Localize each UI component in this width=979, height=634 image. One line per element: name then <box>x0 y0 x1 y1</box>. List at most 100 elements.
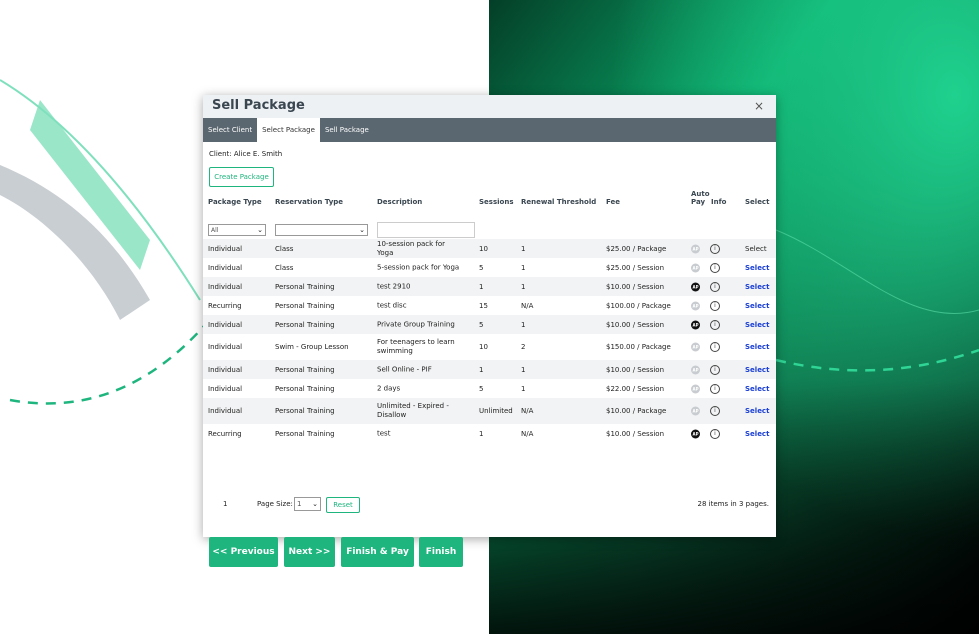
info-icon[interactable]: i <box>710 300 720 311</box>
select-link[interactable]: Select <box>745 430 769 438</box>
package-type-cell: Individual <box>208 384 243 393</box>
page-size-select[interactable]: 1 ⌄ <box>294 497 321 511</box>
fee-cell: $10.00 / Session <box>606 282 665 291</box>
info-icon[interactable]: i <box>710 319 720 330</box>
column-header-auto-pay[interactable]: Auto Pay <box>691 190 710 206</box>
auto-pay-icon: AP <box>691 263 700 272</box>
table-row: Recurring Personal Training test 1 N/A $10.00… <box>203 424 776 443</box>
tab-select-client[interactable]: Select Client <box>203 118 257 142</box>
select-link[interactable]: Select <box>745 302 769 310</box>
reservation-type-cell: Personal Training <box>275 384 335 393</box>
column-header-info: Info <box>711 198 727 206</box>
sessions-cell: 1 <box>479 282 484 291</box>
page-number[interactable]: 1 <box>223 500 227 508</box>
sessions-cell: 1 <box>479 365 484 374</box>
auto-pay-icon: AP <box>691 244 700 253</box>
auto-pay-icon: AP <box>691 342 700 352</box>
renewal-threshold-cell: N/A <box>521 407 534 415</box>
sessions-cell: 5 <box>479 384 484 393</box>
reservation-type-cell: Personal Training <box>275 301 335 310</box>
select-link[interactable]: Select <box>745 407 769 415</box>
reservation-type-cell: Class <box>275 244 294 253</box>
chevron-down-icon: ⌄ <box>312 500 318 508</box>
reservation-type-cell: Personal Training <box>275 365 335 374</box>
finish-and-pay-button[interactable]: Finish & Pay <box>341 537 414 567</box>
description-cell: test disc <box>377 301 407 309</box>
column-header-reservation-type[interactable]: Reservation Type <box>275 198 343 206</box>
description-cell: 5-session pack for Yoga <box>377 263 460 271</box>
reservation-type-cell: Personal Training <box>275 429 335 438</box>
create-package-button[interactable]: Create Package <box>209 167 274 187</box>
auto-pay-icon: AP <box>691 406 700 416</box>
select-link[interactable]: Select <box>745 366 769 374</box>
close-icon[interactable]: × <box>754 99 764 113</box>
select-link[interactable]: Select <box>745 283 769 291</box>
fee-cell: $25.00 / Package <box>606 244 667 253</box>
page-size-value: 1 <box>297 500 302 508</box>
fee-cell: $10.00 / Session <box>606 320 665 329</box>
package-type-cell: Individual <box>208 365 243 374</box>
sessions-cell: 5 <box>479 263 484 272</box>
table-row: Individual Personal Training Private Group… <box>203 315 776 334</box>
table-row: Recurring Personal Training test disc 15 N/A… <box>203 296 776 315</box>
fee-cell: $10.00 / Package <box>606 407 667 415</box>
finish-button[interactable]: Finish <box>419 537 463 567</box>
fee-cell: $10.00 / Session <box>606 429 665 438</box>
column-header-description[interactable]: Description <box>377 198 422 206</box>
column-header-fee[interactable]: Fee <box>606 198 620 206</box>
tab-select-package[interactable]: Select Package <box>257 118 320 142</box>
description-filter-input[interactable] <box>377 222 475 238</box>
select-link[interactable]: Select <box>745 264 769 272</box>
package-type-cell: Individual <box>208 282 243 291</box>
package-type-cell: Recurring <box>208 301 242 310</box>
next-button[interactable]: Next >> <box>284 537 335 567</box>
select-link: Select <box>745 244 767 253</box>
page-size-label: Page Size: <box>257 500 293 508</box>
auto-pay-header-line2: Pay <box>691 198 706 206</box>
info-icon[interactable]: i <box>710 243 720 254</box>
sell-package-dialog: Sell Package × Select Client Select Pack… <box>203 95 776 567</box>
info-icon[interactable]: i <box>710 262 720 273</box>
info-icon[interactable]: i <box>710 364 720 375</box>
reservation-type-cell: Swim - Group Lesson <box>275 343 349 351</box>
info-icon[interactable]: i <box>710 383 720 394</box>
tab-sell-package[interactable]: Sell Package <box>320 118 374 142</box>
column-header-sessions[interactable]: Sessions <box>479 198 513 206</box>
auto-pay-icon: AP <box>691 384 700 393</box>
reservation-type-cell: Personal Training <box>275 407 335 415</box>
table-row: Individual Personal Training test 2910 1 1 $1… <box>203 277 776 296</box>
column-header-renewal-threshold[interactable]: Renewal Threshold <box>521 198 596 206</box>
table-row: Individual Swim - Group Lesson For teenage… <box>203 334 776 360</box>
pager: 1 Page Size: 1 ⌄ Reset 28 items in 3 pag… <box>203 497 776 517</box>
package-type-filter[interactable]: All ⌄ <box>208 224 266 236</box>
package-type-cell: Individual <box>208 343 243 351</box>
description-cell: 10-session pack for Yoga <box>377 239 446 257</box>
auto-pay-icon: AP <box>691 282 700 291</box>
renewal-threshold-cell: 1 <box>521 320 526 329</box>
description-cell: test 2910 <box>377 282 411 290</box>
renewal-threshold-cell: 1 <box>521 263 526 272</box>
info-icon[interactable]: i <box>710 281 720 292</box>
reservation-type-cell: Personal Training <box>275 282 335 291</box>
pager-summary: 28 items in 3 pages. <box>697 500 769 508</box>
filter-row: All ⌄ ⌄ <box>203 220 776 238</box>
fee-cell: $22.00 / Session <box>606 384 665 393</box>
renewal-threshold-cell: 1 <box>521 282 526 291</box>
auto-pay-icon: AP <box>691 429 700 438</box>
info-icon[interactable]: i <box>710 406 720 416</box>
previous-button[interactable]: << Previous <box>209 537 278 567</box>
select-link[interactable]: Select <box>745 321 769 329</box>
renewal-threshold-cell: N/A <box>521 301 534 310</box>
reset-button[interactable]: Reset <box>326 497 360 513</box>
table-row: Individual Personal Training Unlimited - E… <box>203 398 776 424</box>
sessions-cell: 5 <box>479 320 484 329</box>
reservation-type-filter[interactable]: ⌄ <box>275 224 368 236</box>
renewal-threshold-cell: 1 <box>521 384 526 393</box>
renewal-threshold-cell: 2 <box>521 343 526 351</box>
column-header-package-type[interactable]: Package Type <box>208 198 262 206</box>
select-link[interactable]: Select <box>745 385 769 393</box>
dialog-header: Sell Package × <box>203 95 776 118</box>
select-link[interactable]: Select <box>745 343 769 351</box>
info-icon[interactable]: i <box>710 342 720 352</box>
info-icon[interactable]: i <box>710 428 720 439</box>
